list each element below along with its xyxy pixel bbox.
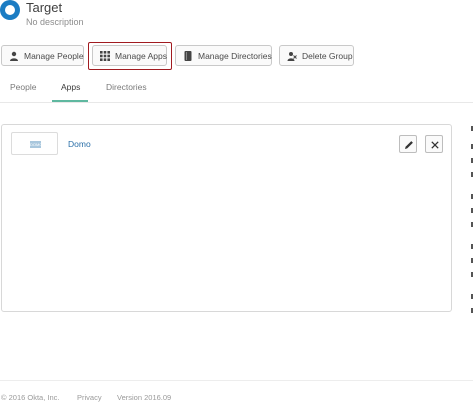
- footer-version: Version 2016.09: [117, 393, 172, 402]
- manage-directories-button[interactable]: Manage Directories: [175, 45, 272, 66]
- app-logo[interactable]: DOMO: [11, 132, 58, 155]
- group-avatar-icon: [0, 0, 20, 20]
- manage-directories-label: Manage Directories: [198, 50, 272, 61]
- person-icon: [9, 51, 19, 61]
- close-icon: [431, 141, 439, 149]
- manage-apps-focus-ring: [88, 42, 172, 70]
- manage-people-button[interactable]: Manage People: [1, 45, 84, 66]
- book-icon: [183, 50, 193, 61]
- remove-app-button[interactable]: [425, 135, 443, 153]
- group-description: No description: [26, 17, 84, 27]
- tabs-divider: [0, 102, 473, 103]
- tab-apps[interactable]: Apps: [61, 82, 80, 92]
- footer-divider: [0, 380, 473, 381]
- assigned-apps-panel: DOMO Domo: [1, 124, 452, 312]
- domo-logo: DOMO: [30, 141, 43, 148]
- tab-directories[interactable]: Directories: [106, 82, 147, 92]
- delete-group-button[interactable]: Delete Group: [279, 45, 354, 66]
- tab-people[interactable]: People: [10, 82, 36, 92]
- group-tabs: People Apps Directories: [0, 80, 473, 102]
- user-remove-icon: [287, 51, 297, 61]
- footer-privacy-link[interactable]: Privacy: [77, 393, 102, 402]
- footer-copyright: © 2016 Okta, Inc.: [1, 393, 60, 402]
- pencil-icon: [405, 141, 413, 149]
- group-title: Target: [26, 0, 63, 15]
- edit-app-button[interactable]: [399, 135, 417, 153]
- app-name-link[interactable]: Domo: [68, 139, 91, 149]
- delete-group-label: Delete Group: [302, 50, 353, 61]
- manage-people-label: Manage People: [24, 50, 84, 61]
